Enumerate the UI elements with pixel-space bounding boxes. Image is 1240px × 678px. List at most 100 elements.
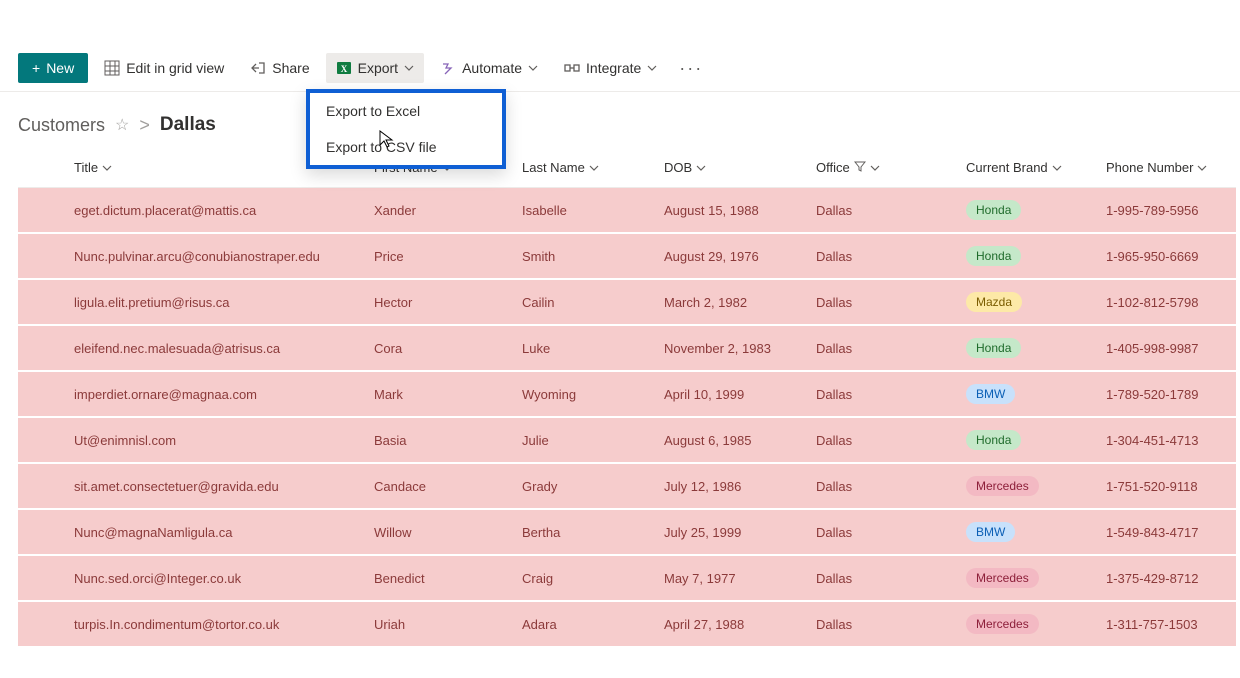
cell-last-name: Bertha bbox=[522, 509, 664, 555]
plus-icon: + bbox=[32, 61, 40, 75]
cell-brand: BMW bbox=[966, 371, 1106, 417]
chevron-down-icon bbox=[1052, 163, 1062, 173]
cell-first-name: Basia bbox=[374, 417, 522, 463]
row-pad bbox=[18, 601, 74, 647]
brand-badge: Mercedes bbox=[966, 568, 1039, 588]
cell-title[interactable]: Nunc@magnaNamligula.ca bbox=[74, 509, 374, 555]
cell-office: Dallas bbox=[816, 371, 966, 417]
cell-title[interactable]: Nunc.pulvinar.arcu@conubianostraper.edu bbox=[74, 233, 374, 279]
cell-phone: 1-751-520-9118 bbox=[1106, 463, 1236, 509]
cell-office: Dallas bbox=[816, 233, 966, 279]
phone-col-header[interactable]: Phone Number bbox=[1106, 148, 1236, 188]
integrate-button[interactable]: Integrate bbox=[554, 53, 667, 83]
breadcrumb-root[interactable]: Customers bbox=[18, 115, 105, 136]
cell-phone: 1-304-451-4713 bbox=[1106, 417, 1236, 463]
brand-badge: Honda bbox=[966, 246, 1021, 266]
cell-dob: July 25, 1999 bbox=[664, 509, 816, 555]
chevron-down-icon bbox=[1197, 163, 1207, 173]
cell-first-name: Hector bbox=[374, 279, 522, 325]
cell-phone: 1-789-520-1789 bbox=[1106, 371, 1236, 417]
cell-brand: Honda bbox=[966, 325, 1106, 371]
cell-title[interactable]: eleifend.nec.malesuada@atrisus.ca bbox=[74, 325, 374, 371]
integrate-label: Integrate bbox=[586, 60, 641, 76]
table-row[interactable]: Nunc.sed.orci@Integer.co.ukBenedictCraig… bbox=[18, 555, 1236, 601]
table-row[interactable]: Nunc@magnaNamligula.caWillowBerthaJuly 2… bbox=[18, 509, 1236, 555]
cell-first-name: Xander bbox=[374, 188, 522, 234]
table-row[interactable]: ligula.elit.pretium@risus.caHectorCailin… bbox=[18, 279, 1236, 325]
cell-title[interactable]: Nunc.sed.orci@Integer.co.uk bbox=[74, 555, 374, 601]
cell-first-name: Candace bbox=[374, 463, 522, 509]
brand-badge: Honda bbox=[966, 338, 1021, 358]
table-row[interactable]: sit.amet.consectetuer@gravida.eduCandace… bbox=[18, 463, 1236, 509]
export-csv-item[interactable]: Export to CSV file bbox=[310, 129, 502, 165]
automate-icon bbox=[440, 60, 456, 76]
row-pad bbox=[18, 325, 74, 371]
cell-title[interactable]: sit.amet.consectetuer@gravida.edu bbox=[74, 463, 374, 509]
cell-office: Dallas bbox=[816, 417, 966, 463]
svg-text:X: X bbox=[340, 64, 347, 74]
cell-title[interactable]: Ut@enimnisl.com bbox=[74, 417, 374, 463]
table-row[interactable]: turpis.In.condimentum@tortor.co.ukUriahA… bbox=[18, 601, 1236, 647]
cell-phone: 1-405-998-9987 bbox=[1106, 325, 1236, 371]
export-button[interactable]: X Export bbox=[326, 53, 424, 83]
cell-office: Dallas bbox=[816, 601, 966, 647]
dob-col-header[interactable]: DOB bbox=[664, 148, 816, 188]
cell-brand: Mercedes bbox=[966, 555, 1106, 601]
cell-last-name: Wyoming bbox=[522, 371, 664, 417]
cell-office: Dallas bbox=[816, 325, 966, 371]
grid-icon bbox=[104, 60, 120, 76]
export-excel-item[interactable]: Export to Excel bbox=[310, 93, 502, 129]
cell-phone: 1-311-757-1503 bbox=[1106, 601, 1236, 647]
row-pad bbox=[18, 279, 74, 325]
brand-badge: Honda bbox=[966, 200, 1021, 220]
cell-title[interactable]: eget.dictum.placerat@mattis.ca bbox=[74, 188, 374, 234]
row-pad bbox=[18, 188, 74, 234]
brand-badge: BMW bbox=[966, 384, 1015, 404]
cell-phone: 1-995-789-5956 bbox=[1106, 188, 1236, 234]
row-pad bbox=[18, 463, 74, 509]
cell-office: Dallas bbox=[816, 509, 966, 555]
cell-first-name: Benedict bbox=[374, 555, 522, 601]
new-button[interactable]: + New bbox=[18, 53, 88, 83]
cell-dob: July 12, 1986 bbox=[664, 463, 816, 509]
table-row[interactable]: Nunc.pulvinar.arcu@conubianostraper.eduP… bbox=[18, 233, 1236, 279]
filter-icon bbox=[854, 160, 866, 175]
cell-title[interactable]: turpis.In.condimentum@tortor.co.uk bbox=[74, 601, 374, 647]
cell-dob: November 2, 1983 bbox=[664, 325, 816, 371]
cell-last-name: Grady bbox=[522, 463, 664, 509]
excel-icon: X bbox=[336, 60, 352, 76]
cell-last-name: Julie bbox=[522, 417, 664, 463]
brand-badge: Mercedes bbox=[966, 614, 1039, 634]
cell-brand: Mercedes bbox=[966, 601, 1106, 647]
cell-dob: March 2, 1982 bbox=[664, 279, 816, 325]
automate-button[interactable]: Automate bbox=[430, 53, 548, 83]
row-pad bbox=[18, 509, 74, 555]
cell-phone: 1-102-812-5798 bbox=[1106, 279, 1236, 325]
table-row[interactable]: imperdiet.ornare@magnaa.comMarkWyomingAp… bbox=[18, 371, 1236, 417]
favorite-icon[interactable]: ☆ bbox=[115, 115, 129, 135]
cell-dob: May 7, 1977 bbox=[664, 555, 816, 601]
office-col-header[interactable]: Office bbox=[816, 148, 966, 188]
cell-phone: 1-965-950-6669 bbox=[1106, 233, 1236, 279]
share-button[interactable]: Share bbox=[240, 53, 319, 83]
table-row[interactable]: eget.dictum.placerat@mattis.caXanderIsab… bbox=[18, 188, 1236, 234]
cell-last-name: Adara bbox=[522, 601, 664, 647]
new-label: New bbox=[46, 60, 74, 76]
share-icon bbox=[250, 60, 266, 76]
cell-brand: Honda bbox=[966, 233, 1106, 279]
more-button[interactable]: ··· bbox=[673, 58, 709, 79]
cell-title[interactable]: ligula.elit.pretium@risus.ca bbox=[74, 279, 374, 325]
cell-phone: 1-375-429-8712 bbox=[1106, 555, 1236, 601]
cell-last-name: Isabelle bbox=[522, 188, 664, 234]
table-row[interactable]: Ut@enimnisl.comBasiaJulieAugust 6, 1985D… bbox=[18, 417, 1236, 463]
cell-dob: August 6, 1985 bbox=[664, 417, 816, 463]
cell-title[interactable]: imperdiet.ornare@magnaa.com bbox=[74, 371, 374, 417]
cell-phone: 1-549-843-4717 bbox=[1106, 509, 1236, 555]
edit-grid-button[interactable]: Edit in grid view bbox=[94, 53, 234, 83]
share-label: Share bbox=[272, 60, 309, 76]
table-row[interactable]: eleifend.nec.malesuada@atrisus.caCoraLuk… bbox=[18, 325, 1236, 371]
brand-badge: BMW bbox=[966, 522, 1015, 542]
cell-office: Dallas bbox=[816, 463, 966, 509]
brand-col-header[interactable]: Current Brand bbox=[966, 148, 1106, 188]
last-name-col-header[interactable]: Last Name bbox=[522, 148, 664, 188]
